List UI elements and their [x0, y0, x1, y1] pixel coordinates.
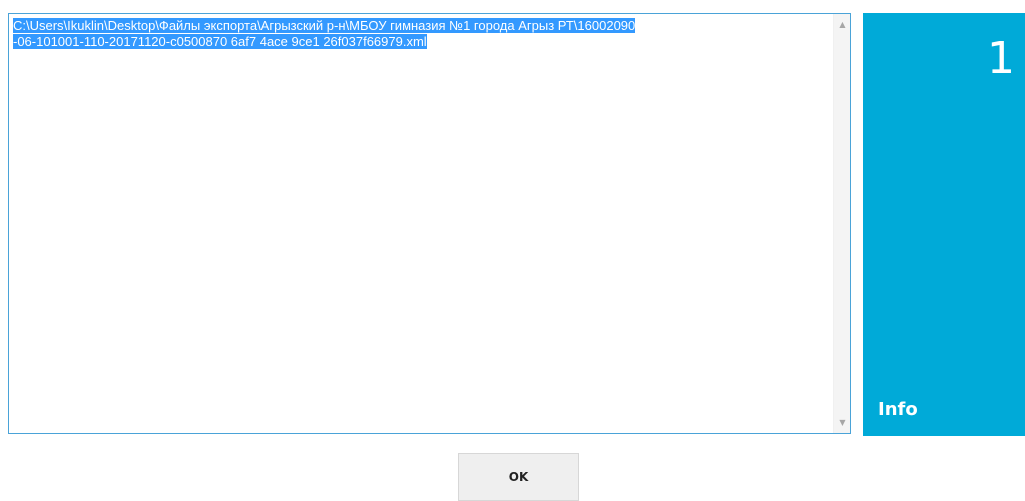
path-textarea[interactable]: C:\Users\Ikuklin\Desktop\Файлы экспорта\…	[8, 13, 851, 434]
textarea-content: C:\Users\Ikuklin\Desktop\Файлы экспорта\…	[13, 18, 828, 50]
ok-button[interactable]: OK	[458, 453, 579, 501]
selected-text-line-2: -06-101001-110-20171120-c0500870 6af7 4a…	[13, 34, 427, 49]
info-tile: 1 Info	[863, 13, 1025, 436]
scroll-track[interactable]	[835, 33, 849, 414]
tile-label: Info	[878, 399, 918, 420]
scroll-down-arrow-icon[interactable]: ▼	[834, 414, 850, 431]
text-line-1: C:\Users\Ikuklin\Desktop\Файлы экспорта\…	[13, 18, 828, 34]
vertical-scrollbar[interactable]: ▲ ▼	[833, 14, 850, 433]
tile-count: 1	[987, 33, 1015, 84]
selected-text-line-1: C:\Users\Ikuklin\Desktop\Файлы экспорта\…	[13, 18, 636, 33]
text-line-2: -06-101001-110-20171120-c0500870 6af7 4a…	[13, 34, 828, 50]
scroll-up-arrow-icon[interactable]: ▲	[834, 16, 850, 33]
dialog-window: C:\Users\Ikuklin\Desktop\Файлы экспорта\…	[0, 0, 1025, 501]
